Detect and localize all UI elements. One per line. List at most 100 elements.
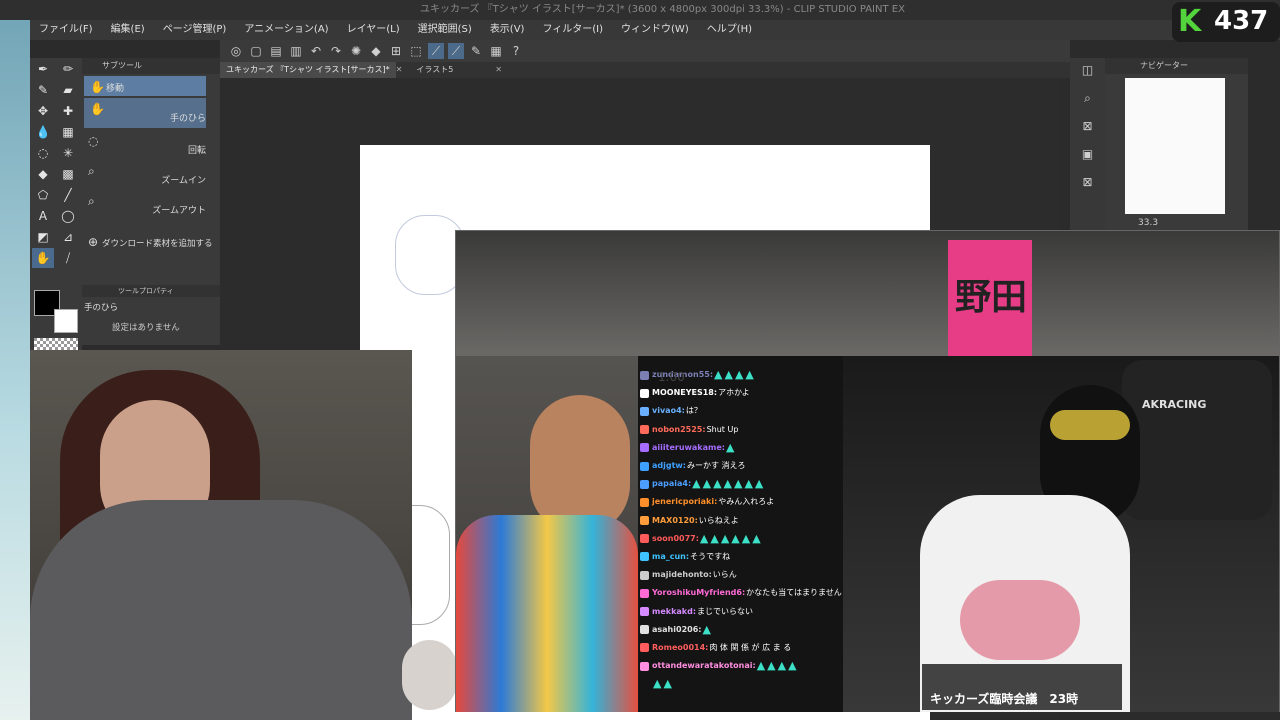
eyedropper-icon[interactable]: ⧸ [57, 248, 79, 268]
move-layer-icon[interactable]: ✥ [32, 101, 54, 121]
chat-username[interactable]: asahi0206: [652, 621, 701, 639]
transform-icon[interactable]: ⊞ [388, 43, 404, 59]
new-file-icon[interactable]: ▢ [248, 43, 264, 59]
tab-illust5[interactable]: イラスト5 [410, 62, 459, 78]
tab-tshirt[interactable]: ユキッカーズ 『Tシャツ イラスト[サーカス]* [220, 62, 396, 78]
layer-icon[interactable]: ◫ [1080, 62, 1096, 78]
pen-ruler-icon[interactable]: ✎ [468, 43, 484, 59]
snap-grid-icon[interactable]: ⟋ [448, 43, 464, 59]
chat-emote: ▲▲▲▲▲▲▲ [692, 477, 766, 491]
magic-wand-icon[interactable]: ✳ [57, 143, 79, 163]
mascot-image [402, 640, 457, 710]
chat-badge-icon [640, 661, 649, 671]
chat-username[interactable]: MOONEYES18: [652, 384, 717, 402]
gradient-icon[interactable]: ▩ [57, 164, 79, 184]
menu-file[interactable]: ファイル(F) [30, 20, 102, 40]
chat-badge-icon [640, 425, 649, 435]
menu-page[interactable]: ページ管理(P) [154, 20, 236, 40]
navigator-zoom[interactable]: 33.3 [1138, 218, 1158, 228]
chat-username[interactable]: soon0077: [652, 530, 699, 548]
clear-icon[interactable]: ✺ [348, 43, 364, 59]
chat-username[interactable]: majidehonto: [652, 566, 712, 584]
grid-icon[interactable]: ▦ [57, 122, 79, 142]
background-color[interactable] [54, 309, 78, 333]
selection-icon[interactable]: ⬚ [408, 43, 424, 59]
text-icon[interactable]: A [32, 206, 54, 226]
hand-icon: ✋ [90, 102, 105, 116]
subtool-item-zoom-out[interactable]: ⌕ ズームアウト [82, 190, 220, 220]
chat-username[interactable]: nobon2525: [652, 421, 706, 439]
save-icon[interactable]: ▥ [288, 43, 304, 59]
redo-icon[interactable]: ↷ [328, 43, 344, 59]
document-icon[interactable]: ▦ [488, 43, 504, 59]
figure-icon[interactable]: ⬠ [32, 185, 54, 205]
command-bar: ◎ ▢ ▤ ▥ ↶ ↷ ✺ ◆ ⊞ ⬚ ⟋ ⟋ ✎ ▦ ? [220, 40, 1070, 62]
subtool-item-move[interactable]: ✋ 移動 [84, 76, 206, 96]
chat-message: ▲▲ [638, 675, 843, 693]
chat-username[interactable]: papaia4: [652, 475, 691, 493]
chat-username[interactable]: vivao4: [652, 402, 685, 420]
clip-icon[interactable]: ◎ [228, 43, 244, 59]
help-icon[interactable]: ? [508, 43, 524, 59]
chat-text: アホかよ [718, 388, 750, 398]
brush-icon[interactable]: ✎ [32, 80, 54, 100]
ruler-icon[interactable]: ⊿ [57, 227, 79, 247]
menu-selection[interactable]: 選択範囲(S) [409, 20, 481, 40]
line-icon[interactable]: ╱ [57, 185, 79, 205]
material-icon[interactable]: ⊠ [1080, 118, 1096, 134]
chat-username[interactable]: MAX0120: [652, 512, 698, 530]
frame-icon[interactable]: ◩ [32, 227, 54, 247]
subtool-item-rotate[interactable]: ◌ 回転 [82, 130, 220, 160]
pen-icon[interactable]: ✒ [32, 59, 54, 79]
history-icon[interactable]: ▣ [1080, 146, 1096, 162]
menu-bar: ファイル(F) 編集(E) ページ管理(P) アニメーション(A) レイヤー(L… [30, 20, 1280, 40]
chat-username[interactable]: mekkakd: [652, 603, 696, 621]
menu-layer[interactable]: レイヤー(L) [338, 20, 409, 40]
menu-view[interactable]: 表示(V) [481, 20, 534, 40]
close-icon[interactable]: ✕ [489, 62, 508, 78]
menu-filter[interactable]: フィルター(I) [533, 20, 612, 40]
chat-emote: ▲▲▲▲▲▲ [699, 531, 763, 545]
chat-username[interactable]: YoroshikuMyfriend6: [652, 584, 745, 602]
chat-badge-icon [640, 534, 649, 544]
brand-logo: K [1178, 4, 1202, 39]
toolprop-tool-name: 手のひら [84, 303, 119, 313]
add-download-material-button[interactable]: ⊕ ダウンロード素材を追加する [82, 233, 220, 251]
transparent-color[interactable] [34, 338, 78, 350]
chat-username[interactable]: aiiiteruwakame: [652, 439, 725, 457]
menu-edit[interactable]: 編集(E) [102, 20, 154, 40]
chat-emote: ▲▲▲▲ [756, 659, 799, 673]
chat-message: papaia4: ▲▲▲▲▲▲▲ [638, 475, 843, 493]
chat-username[interactable]: adjgtw: [652, 457, 686, 475]
eraser-icon[interactable]: ▰ [57, 80, 79, 100]
menu-help[interactable]: ヘルプ(H) [698, 20, 761, 40]
navigator-thumbnail[interactable] [1125, 78, 1225, 214]
balloon-icon[interactable]: ◯ [57, 206, 79, 226]
toolprop-empty: 設定はありません [112, 323, 180, 333]
menu-window[interactable]: ウィンドウ(W) [612, 20, 698, 40]
blend-icon[interactable]: 💧 [32, 122, 54, 142]
snap-ruler-icon[interactable]: ⟋ [428, 43, 444, 59]
chat-message: vivao4: は？ [638, 402, 843, 420]
chat-username[interactable]: jenericporiaki: [652, 493, 717, 511]
chat-badge-icon [640, 388, 649, 398]
auto-action-icon[interactable]: ⊠ [1080, 174, 1096, 190]
subtool-item-zoom-in[interactable]: ⌕ ズームイン [82, 160, 220, 190]
chat-username[interactable]: ma_cun: [652, 548, 689, 566]
operation-icon[interactable]: ✚ [57, 101, 79, 121]
close-icon[interactable]: ✕ [390, 62, 409, 78]
video-person-face [530, 395, 630, 535]
fill-bucket-icon[interactable]: ◆ [32, 164, 54, 184]
subtool-item-hand[interactable]: ✋ 手のひら [84, 98, 206, 128]
open-folder-icon[interactable]: ▤ [268, 43, 284, 59]
window-title: ユキッカーズ 『Tシャツ イラスト[サーカス]* (3600 x 4800px … [0, 0, 1280, 20]
hand-icon[interactable]: ✋ [32, 248, 54, 268]
search-icon[interactable]: ⌕ [1080, 90, 1096, 106]
chat-username[interactable]: ottandewaratakotonai: [652, 657, 756, 675]
pencil-icon[interactable]: ✏ [57, 59, 79, 79]
fill-icon[interactable]: ◆ [368, 43, 384, 59]
menu-animation[interactable]: アニメーション(A) [235, 20, 337, 40]
lasso-icon[interactable]: ◌ [32, 143, 54, 163]
chat-username[interactable]: Romeo0014: [652, 639, 708, 657]
undo-icon[interactable]: ↶ [308, 43, 324, 59]
